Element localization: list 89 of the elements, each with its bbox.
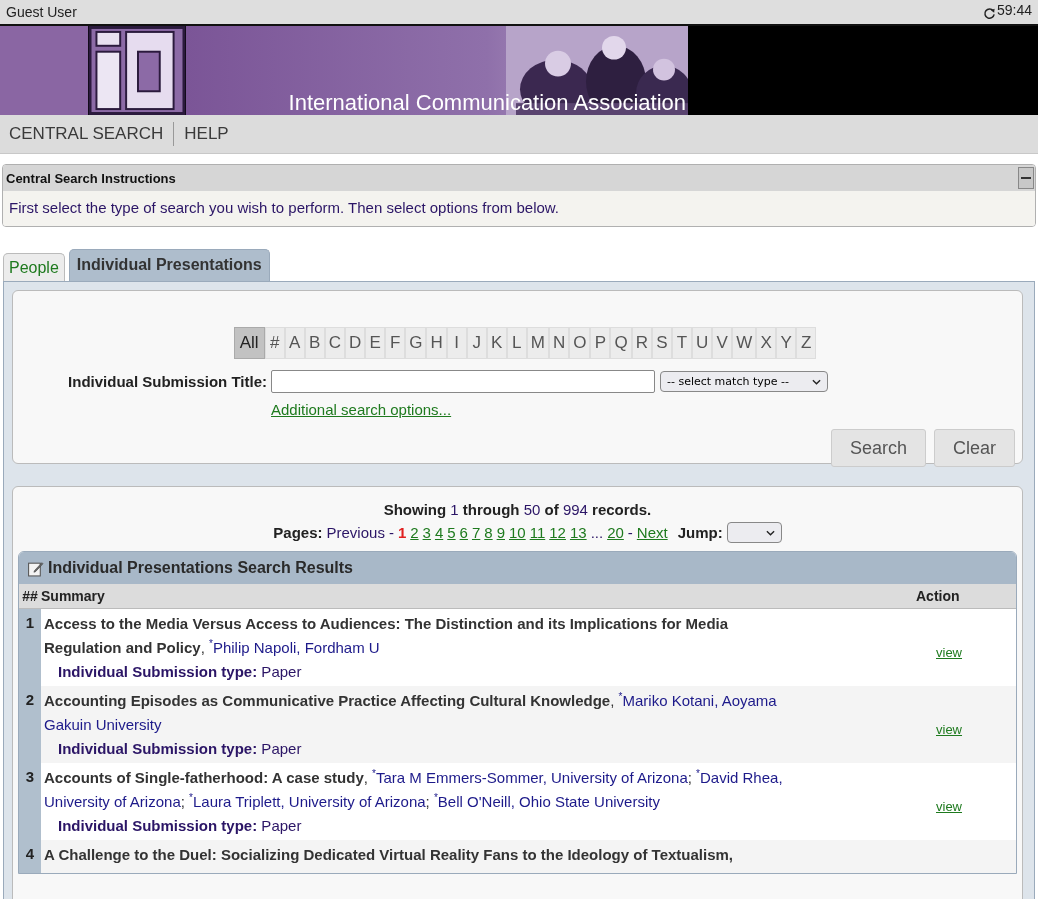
letter-filter-button[interactable]: C (324, 327, 345, 359)
letter-filter-button[interactable]: G (405, 327, 427, 359)
letter-filter-button[interactable]: H (426, 327, 447, 359)
letter-filter-button[interactable]: I (446, 327, 467, 359)
clear-button[interactable]: Clear (934, 429, 1015, 467)
session-timer: 59:44 (996, 2, 1032, 18)
nav-link[interactable]: HELP (184, 124, 229, 144)
letter-filter-button[interactable]: S (651, 327, 672, 359)
organization-name: International Communication Association (288, 91, 687, 115)
letter-filter-button[interactable]: Z (796, 327, 817, 359)
page-link[interactable]: 6 (459, 524, 468, 541)
caret-icon (812, 378, 821, 385)
letter-filter-button[interactable]: O (569, 327, 591, 359)
letter-filter-button[interactable]: U (691, 327, 713, 359)
letter-filter-button[interactable]: V (712, 327, 733, 359)
page-separator: - (388, 524, 394, 541)
letter-filter-button[interactable]: D (344, 327, 366, 359)
view-link[interactable]: view (936, 645, 962, 660)
row-number: 2 (19, 686, 41, 763)
column-header: ## (21, 588, 39, 604)
page-link[interactable]: 5 (447, 524, 456, 541)
letter-filter-button[interactable]: P (590, 327, 611, 359)
summary-text: A Challenge to the Duel: Socializing Dedicated Virtual Reality Fans to the Ideology of Textualism, (44, 845, 734, 865)
row-number: 4 (19, 840, 41, 873)
letter-filter-button[interactable]: N (548, 327, 570, 359)
tab[interactable]: People (3, 253, 65, 281)
page-separator: - (627, 524, 633, 541)
page-link[interactable]: 8 (484, 524, 493, 541)
letter-filter-button[interactable]: L (506, 327, 527, 359)
row-number: 3 (19, 763, 41, 840)
letter-filter-button[interactable]: E (365, 327, 386, 359)
letter-filter-button[interactable]: M (526, 327, 549, 359)
summary-text: Accounting Episodes as Communicative Practice Affecting Cultural Knowledge, $^{*}$Mariko Kotani, Aoyama Gakuin University (44, 690, 778, 735)
search-options-link[interactable]: Additional search options... (271, 401, 452, 418)
letter-filter-button[interactable]: A (284, 327, 305, 359)
submission-type: Individual Submission type: Paper (57, 663, 303, 680)
column-header: Summary (41, 588, 106, 604)
submission-type: Individual Submission type: Paper (57, 740, 303, 757)
letter-filter-button[interactable]: T (671, 327, 692, 359)
table-title: Individual Presentations Search Results (48, 559, 353, 577)
letter-filter-button[interactable]: F (385, 327, 406, 359)
column-header: Action (916, 588, 961, 604)
letter-filter-button[interactable]: Q (610, 327, 632, 359)
page-link[interactable]: 12 (549, 524, 566, 541)
search-button[interactable]: Search (830, 429, 926, 467)
collapse-button[interactable] (1018, 167, 1034, 189)
letter-filter-button[interactable]: J (466, 327, 487, 359)
previous-label: Previous (326, 524, 385, 541)
title-input-field[interactable] (271, 370, 655, 393)
records-count: Showing 1 through 50 of 994 records. (382, 501, 653, 518)
page-link[interactable]: 4 (434, 524, 444, 541)
page-link[interactable]: 3 (422, 524, 431, 541)
page-link[interactable]: 1 (397, 524, 407, 541)
notepad-icon (27, 559, 44, 577)
jump-dropdown[interactable] (726, 522, 782, 543)
refresh-icon[interactable] (982, 7, 996, 20)
match-type-dropdown[interactable]: -- select match type -- (660, 371, 828, 392)
letter-filter-button[interactable]: Y (776, 327, 797, 359)
page-link[interactable]: 20 (607, 524, 624, 541)
user-name: Guest User (6, 4, 77, 20)
pages-label: Pages: (273, 524, 323, 541)
letter-filter-button[interactable]: X (756, 327, 777, 359)
view-link[interactable]: view (936, 722, 962, 737)
summary-text: Access to the Media Versus Access to Audiences: The Distinction and its Implications for Media Regulation and Policy, $^{*}$Philip Napoli, Fordham U (44, 614, 730, 658)
ellipsis: ... (590, 524, 604, 541)
letter-filter-button[interactable]: All (233, 327, 265, 359)
row-number: 1 (19, 609, 41, 686)
field-label: Individual Submission Title: (67, 373, 267, 390)
page-link[interactable]: 9 (496, 524, 505, 541)
instructions-text: First select the type of search you wish to perform. Then select options from below. (3, 191, 1035, 226)
next-link[interactable]: Next (636, 524, 668, 541)
page-link[interactable]: 11 (529, 524, 546, 541)
summary-text: Accounts of Single-fatherhood: A case study, $^{*}$Tara M Emmers-Sommer, University of Arizona; $^{*}$David Rhea, University of Arizona; $^{*}$Laura Triplett, University of Arizona; $^{*}$Bell O'Neill, Ohio State University (44, 767, 784, 812)
letter-filter-button[interactable]: B (304, 327, 325, 359)
page-link[interactable]: 2 (410, 524, 419, 541)
tab[interactable]: Individual Presentations (68, 249, 270, 281)
letter-filter-button[interactable]: # (264, 327, 285, 359)
letter-filter-button[interactable]: W (732, 327, 757, 359)
page-link[interactable]: 7 (471, 524, 481, 541)
nav-link[interactable]: CENTRAL SEARCH (9, 124, 164, 144)
page-link[interactable]: 10 (509, 524, 526, 541)
view-link[interactable]: view (936, 799, 962, 814)
submission-type: Individual Submission type: Paper (57, 817, 303, 834)
letter-filter-button[interactable]: K (486, 327, 507, 359)
caret-icon (765, 529, 775, 536)
letter-filter-button[interactable]: R (631, 327, 652, 359)
panel-title: Central Search Instructions (6, 170, 176, 186)
page-link[interactable]: 13 (569, 524, 587, 541)
jump-label: Jump: (677, 524, 723, 541)
